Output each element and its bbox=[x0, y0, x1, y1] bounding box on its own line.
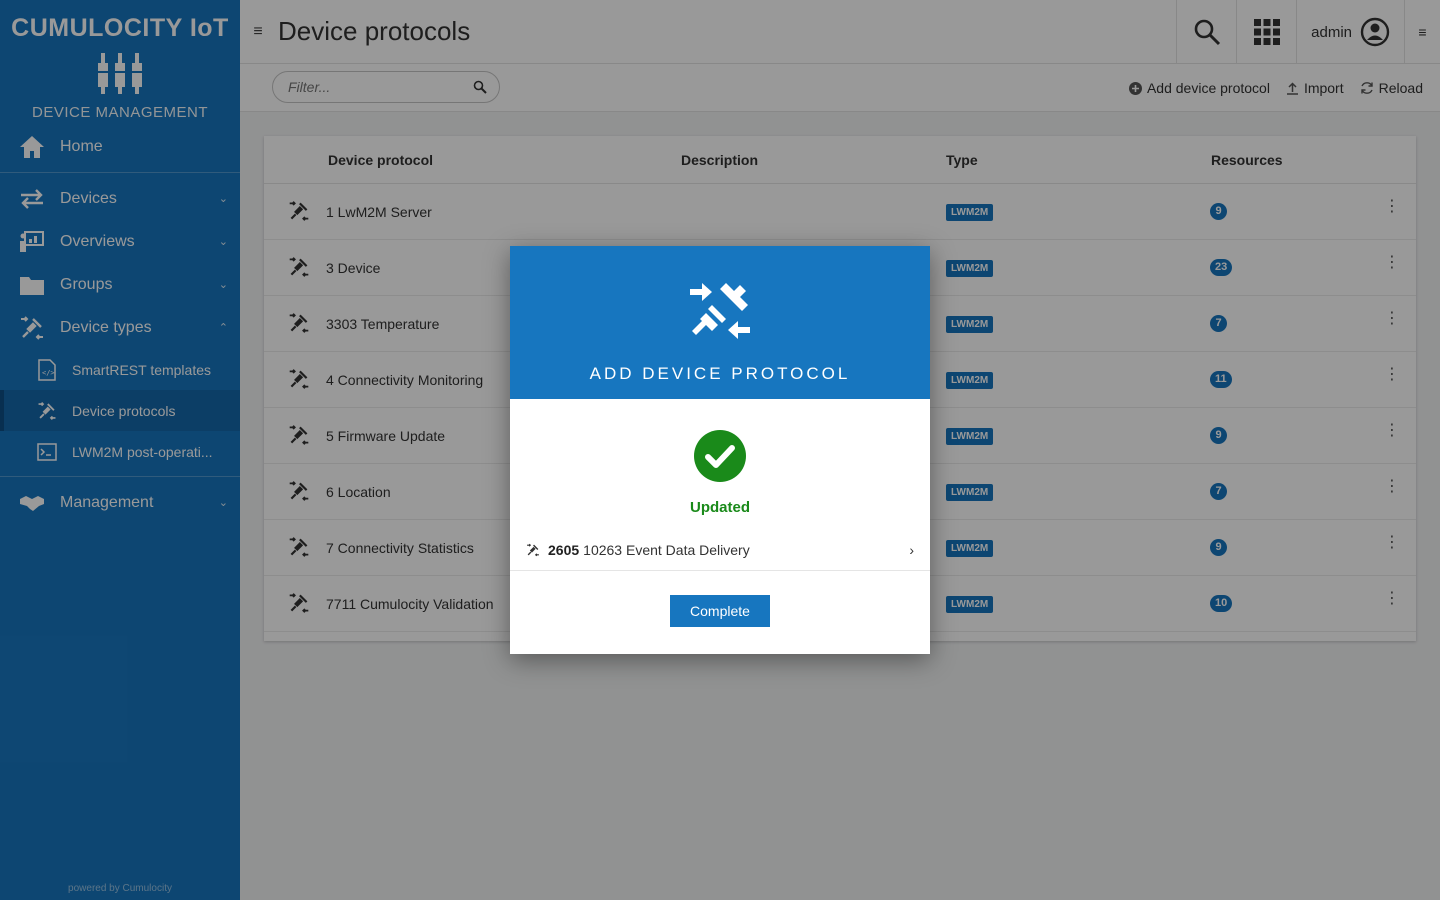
modal-title: ADD DEVICE PROTOCOL bbox=[589, 364, 851, 383]
result-item-name: 10263 Event Data Delivery bbox=[583, 542, 750, 558]
chevron-right-icon: › bbox=[909, 542, 914, 558]
plug-connect-icon bbox=[690, 283, 750, 339]
result-item-id: 2605 bbox=[548, 542, 580, 558]
plug-connect-icon bbox=[527, 543, 539, 557]
result-item[interactable]: 2605 10263 Event Data Delivery › bbox=[510, 530, 930, 571]
status-message: Updated bbox=[690, 499, 750, 516]
complete-button[interactable]: Complete bbox=[670, 595, 770, 627]
modal-body: Updated 2605 10263 Event Data Delivery ›… bbox=[510, 399, 930, 627]
modal-header: ADD DEVICE PROTOCOL bbox=[510, 246, 930, 399]
add-device-protocol-modal: ADD DEVICE PROTOCOL Updated 2605 10263 E… bbox=[510, 246, 930, 654]
success-check-icon bbox=[694, 430, 746, 482]
